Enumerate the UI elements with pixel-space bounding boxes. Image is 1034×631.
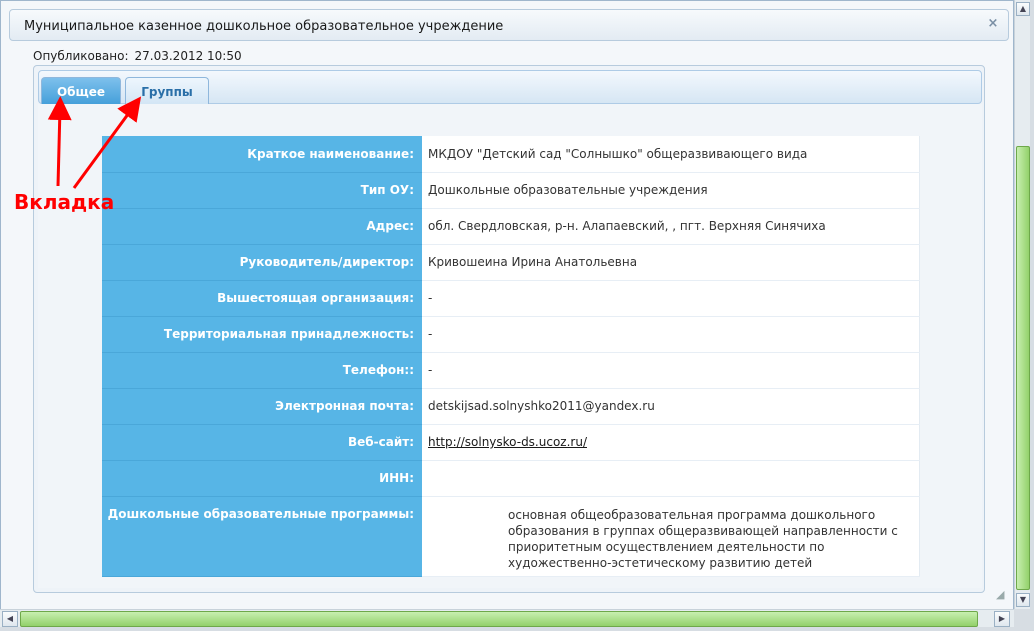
vertical-scrollbar[interactable]: ▲ ▼ (1014, 0, 1030, 609)
website-link[interactable]: http://solnysko-ds.ucoz.ru/ (428, 435, 587, 449)
published-label: Опубликовано: (33, 49, 129, 63)
table-row: Тип ОУ: Дошкольные образовательные учреж… (102, 172, 920, 209)
tab-groups[interactable]: Группы (125, 77, 209, 107)
scroll-down-icon[interactable]: ▼ (1016, 593, 1030, 607)
field-value: Дошкольные образовательные учреждения (422, 172, 920, 209)
horizontal-scrollbar[interactable]: ◀ ▶ (0, 609, 1014, 627)
close-icon[interactable]: × (986, 16, 1000, 32)
field-label: Дошкольные образовательные программы: (102, 496, 422, 577)
dialog-title: Муниципальное казенное дошкольное образо… (24, 19, 504, 34)
field-value: detskijsad.solnyshko2011@yandex.ru (422, 388, 920, 425)
scroll-right-icon[interactable]: ▶ (994, 611, 1010, 627)
field-value: обл. Свердловская, р-н. Алапаевский, , п… (422, 208, 920, 245)
info-table: Краткое наименование: МКДОУ "Детский сад… (102, 136, 920, 577)
published-value: 27.03.2012 10:50 (134, 49, 242, 63)
table-row: Территориальная принадлежность: - (102, 316, 920, 353)
field-value: - (422, 280, 920, 317)
field-value: МКДОУ "Детский сад "Солнышко" общеразвив… (422, 136, 920, 173)
field-label: Территориальная принадлежность: (102, 316, 422, 353)
field-value (422, 460, 920, 497)
field-label: Тип ОУ: (102, 172, 422, 209)
tab-panel: Общее Группы Краткое наименование: МКДОУ… (33, 65, 985, 593)
table-row: Дошкольные образовательные программы: ос… (102, 496, 920, 577)
field-label: Телефон:: (102, 352, 422, 389)
field-label: Электронная почта: (102, 388, 422, 425)
field-label: Краткое наименование: (102, 136, 422, 173)
field-value: Кривошеина Ирина Анатольевна (422, 244, 920, 281)
scroll-up-icon[interactable]: ▲ (1016, 2, 1030, 16)
field-value: основная общеобразовательная программа д… (422, 496, 920, 577)
table-row: Веб-сайт: http://solnysko-ds.ucoz.ru/ (102, 424, 920, 461)
table-row: Краткое наименование: МКДОУ "Детский сад… (102, 136, 920, 173)
scroll-left-icon[interactable]: ◀ (2, 611, 18, 627)
dialog-window: Муниципальное казенное дошкольное образо… (0, 0, 1014, 612)
vertical-scroll-thumb[interactable] (1016, 146, 1030, 590)
table-row: Руководитель/директор: Кривошеина Ирина … (102, 244, 920, 281)
field-label: Руководитель/директор: (102, 244, 422, 281)
published-info: Опубликовано: 27.03.2012 10:50 (33, 49, 242, 63)
table-row: Телефон:: - (102, 352, 920, 389)
table-row: ИНН: (102, 460, 920, 497)
dialog-titlebar: Муниципальное казенное дошкольное образо… (9, 9, 1009, 41)
field-label: Веб-сайт: (102, 424, 422, 461)
field-label: ИНН: (102, 460, 422, 497)
table-row: Электронная почта: detskijsad.solnyshko2… (102, 388, 920, 425)
annotation-label: Вкладка (14, 190, 115, 214)
table-row: Адрес: обл. Свердловская, р-н. Алапаевск… (102, 208, 920, 245)
resize-grip-icon[interactable]: ◢ (996, 588, 1010, 602)
field-label: Вышестоящая организация: (102, 280, 422, 317)
table-row: Вышестоящая организация: - (102, 280, 920, 317)
field-value: - (422, 352, 920, 389)
tab-bar: Общее Группы (38, 70, 982, 107)
field-value: - (422, 316, 920, 353)
horizontal-scroll-thumb[interactable] (20, 611, 978, 627)
field-value: http://solnysko-ds.ucoz.ru/ (422, 424, 920, 461)
tab-general[interactable]: Общее (41, 77, 121, 107)
tab-content: Краткое наименование: МКДОУ "Детский сад… (38, 104, 982, 588)
field-label: Адрес: (102, 208, 422, 245)
